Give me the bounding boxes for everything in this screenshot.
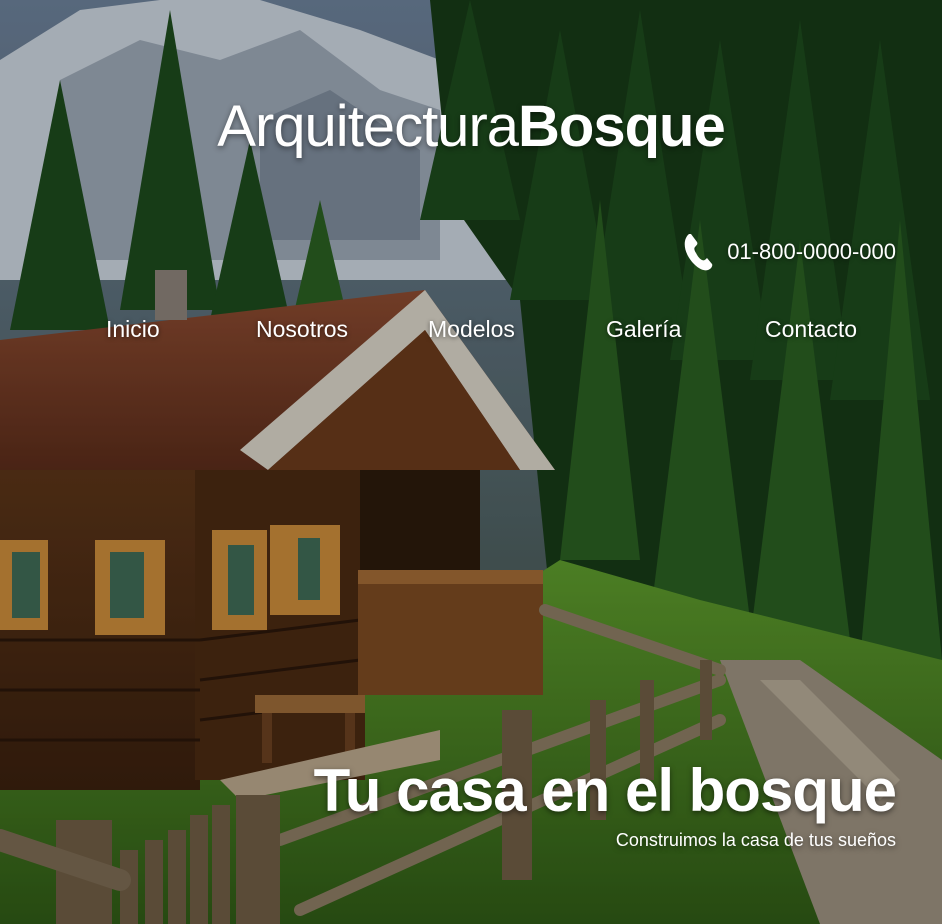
contact-phone[interactable]: 01-800-0000-000 bbox=[681, 232, 896, 272]
nav-item-contacto[interactable]: Contacto bbox=[765, 316, 857, 343]
hero-tagline: Tu casa en el bosque Construimos la casa… bbox=[313, 756, 897, 851]
phone-icon bbox=[684, 234, 713, 271]
logo-text-bold: Bosque bbox=[518, 94, 726, 159]
phone-number: 01-800-0000-000 bbox=[727, 239, 896, 264]
nav-item-galeria[interactable]: Galería bbox=[606, 316, 681, 343]
hero-subheadline: Construimos la casa de tus sueños bbox=[615, 830, 896, 850]
logo-text-light: Arquitectura bbox=[217, 94, 519, 159]
nav-item-modelos[interactable]: Modelos bbox=[428, 316, 515, 343]
site-logo[interactable]: ArquitecturaBosque bbox=[0, 92, 942, 162]
main-navigation: Inicio Nosotros Modelos Galería Contacto bbox=[0, 316, 942, 352]
hero-headline: Tu casa en el bosque bbox=[313, 757, 897, 824]
nav-item-inicio[interactable]: Inicio bbox=[106, 316, 160, 343]
nav-item-nosotros[interactable]: Nosotros bbox=[256, 316, 348, 343]
